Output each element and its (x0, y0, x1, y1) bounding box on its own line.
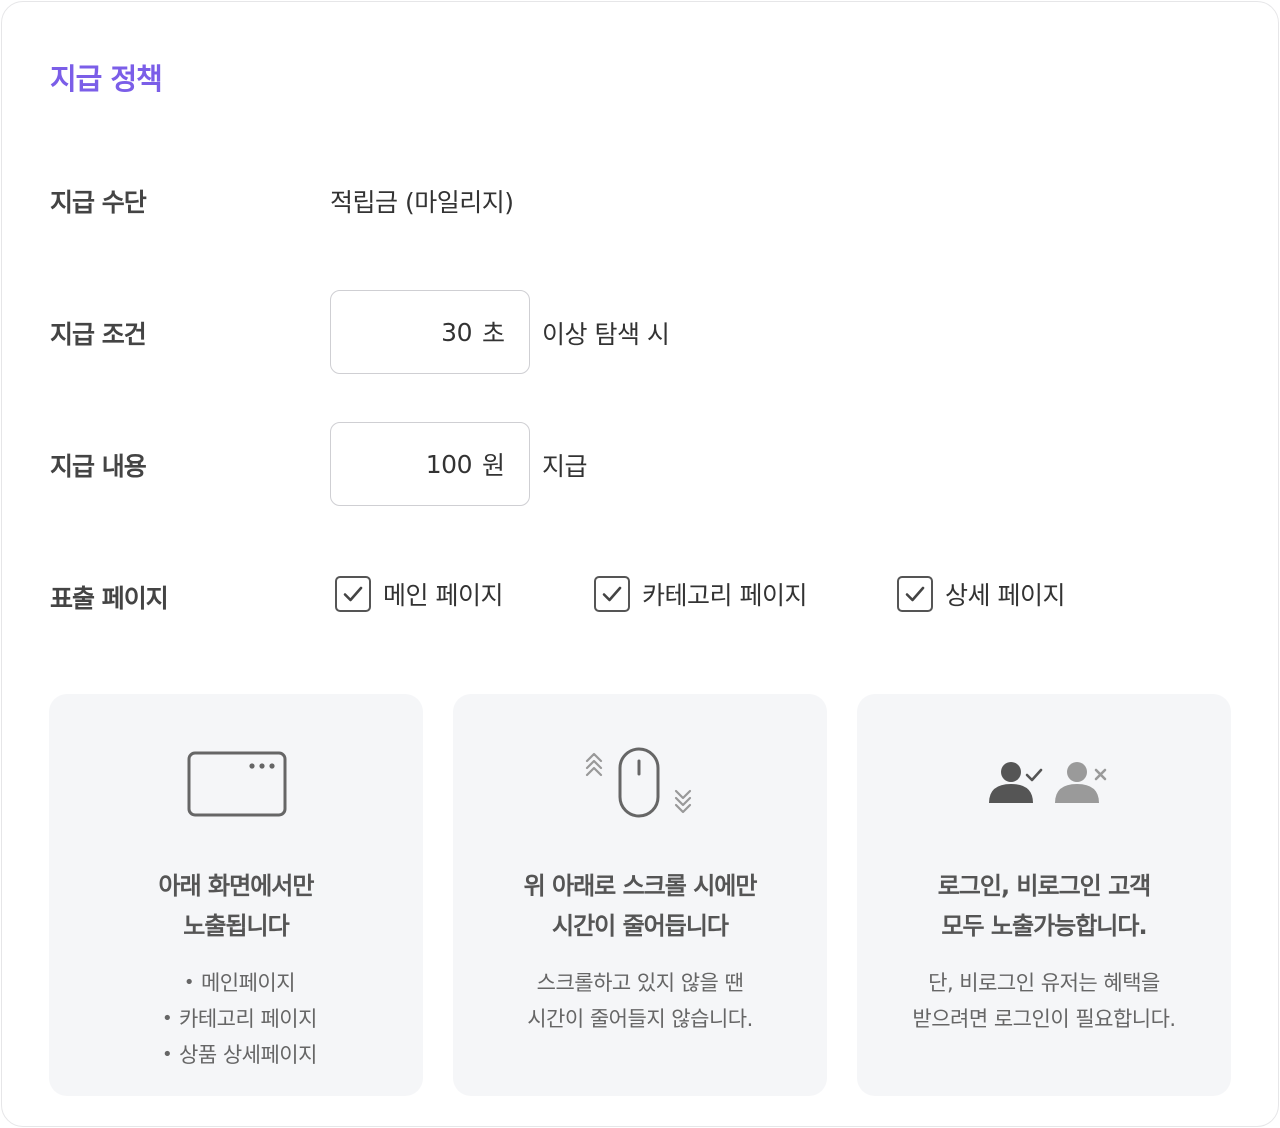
info-card-login: 로그인, 비로그인 고객 모두 노출가능합니다. 단, 비로그인 유저는 혜택을… (857, 694, 1231, 1096)
checkbox-box[interactable] (335, 576, 371, 612)
content-suffix: 지급 (542, 452, 588, 481)
pages-label: 표출 페이지 (50, 584, 169, 613)
method-label: 지급 수단 (50, 188, 147, 217)
condition-label: 지급 조건 (50, 320, 147, 349)
checkbox-detail-page[interactable]: 상세 페이지 (897, 576, 1065, 612)
list-item: • 카테고리 페이지 (161, 1007, 317, 1031)
checkmark-icon (905, 586, 925, 602)
checkbox-label: 메인 페이지 (383, 581, 503, 610)
checkbox-label: 상세 페이지 (945, 581, 1065, 610)
checkbox-main-page[interactable]: 메인 페이지 (335, 576, 503, 612)
card-heading: 위 아래로 스크롤 시에만 시간이 줄어듭니다 (523, 872, 758, 940)
condition-seconds-value: 30 (441, 317, 472, 347)
checkmark-icon (602, 586, 622, 602)
condition-suffix: 이상 탐색 시 (542, 320, 670, 349)
content-unit: 원 (481, 451, 505, 480)
content-amount-input[interactable]: 100 원 (330, 422, 530, 506)
browser-window-icon (187, 751, 287, 817)
checkbox-box[interactable] (594, 576, 630, 612)
checkmark-icon (343, 586, 363, 602)
login-users-icon (989, 762, 1107, 803)
checkbox-label: 카테고리 페이지 (642, 581, 807, 610)
card-heading: 로그인, 비로그인 고객 모두 노출가능합니다. (937, 872, 1152, 940)
condition-unit: 초 (481, 319, 505, 348)
list-item: • 메인페이지 (183, 971, 296, 995)
list-item: • 상품 상세페이지 (161, 1043, 317, 1067)
page-title: 지급 정책 (50, 62, 163, 96)
method-value: 적립금 (마일리지) (330, 188, 514, 217)
checkbox-box[interactable] (897, 576, 933, 612)
condition-seconds-input[interactable]: 30 초 (330, 290, 530, 374)
checkbox-category-page[interactable]: 카테고리 페이지 (594, 576, 807, 612)
content-label: 지급 내용 (50, 452, 147, 481)
card-description: 단, 비로그인 유저는 혜택을 받으려면 로그인이 필요합니다. (912, 971, 1176, 1031)
card-heading: 아래 화면에서만 노출됩니다 (158, 872, 315, 940)
content-amount-value: 100 (425, 449, 473, 479)
info-card-pages: 아래 화면에서만 노출됩니다 • 메인페이지 • 카테고리 페이지 • 상품 상세페이… (49, 694, 423, 1096)
card-description: 스크롤하고 있지 않을 땐 시간이 줄어들지 않습니다. (527, 971, 753, 1031)
info-card-scroll: 위 아래로 스크롤 시에만 시간이 줄어듭니다 스크롤하고 있지 않을 땐 시간… (453, 694, 827, 1096)
page-list: • 메인페이지 • 카테고리 페이지 • 상품 상세페이지 (49, 965, 423, 1073)
policy-panel: 지급 정책 지급 수단 적립금 (마일리지) 지급 조건 30 초 이상 탐색 … (1, 1, 1279, 1127)
mouse-scroll-icon (585, 747, 692, 818)
